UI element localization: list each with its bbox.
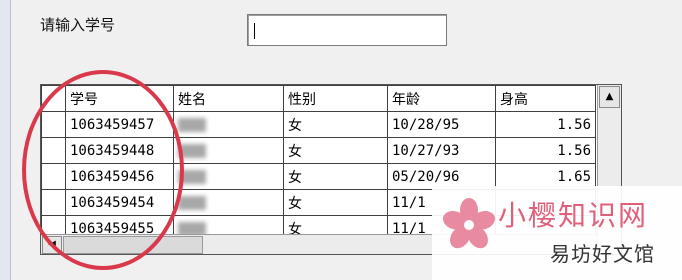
text-caret (254, 23, 255, 39)
blurred-name (178, 143, 206, 158)
cell-gender[interactable]: 女 (283, 163, 388, 190)
watermark-brand: 小樱知识网 (498, 199, 649, 232)
student-id-prompt-label: 请输入学号 (40, 16, 116, 34)
column-header-height[interactable]: 身高 (495, 85, 596, 112)
cell-name-blurred[interactable] (173, 137, 284, 164)
column-header-age[interactable]: 年龄 (387, 85, 496, 112)
cell-id[interactable]: 1063459456 (65, 163, 174, 190)
scroll-left-arrow-icon[interactable]: ◀ (42, 236, 62, 254)
student-id-input[interactable] (247, 14, 447, 46)
cell-height[interactable]: 1.56 (495, 111, 596, 138)
table-row[interactable]: 1063459457 女 10/28/95 1.56 (41, 111, 596, 138)
table-row[interactable]: 1063459448 女 10/27/93 1.56 (41, 137, 596, 164)
cell-gender[interactable]: 女 (283, 137, 388, 164)
column-header-gender[interactable]: 性别 (283, 85, 388, 112)
cell-age[interactable]: 10/28/95 (387, 111, 496, 138)
row-indicator[interactable] (41, 111, 66, 138)
watermark-subtitle: 易坊好文馆 (550, 242, 655, 266)
watermark: 小樱知识网 易坊好文馆 (432, 186, 682, 280)
column-header-id[interactable]: 学号 (65, 85, 174, 112)
cell-id[interactable]: 1063459454 (65, 189, 174, 216)
cherry-blossom-icon (442, 198, 496, 249)
blurred-name (178, 169, 206, 184)
cell-gender[interactable]: 女 (283, 189, 388, 216)
table-header-row: 学号 姓名 性别 年龄 身高 (41, 85, 596, 112)
scroll-up-arrow-icon[interactable]: ▲ (599, 86, 620, 108)
cell-name-blurred[interactable] (173, 189, 284, 216)
cell-height[interactable]: 1.56 (495, 137, 596, 164)
cell-name-blurred[interactable] (173, 163, 284, 190)
cell-name-blurred[interactable] (173, 111, 284, 138)
window-left-edge (0, 0, 11, 280)
blurred-name (178, 195, 206, 210)
cell-age[interactable]: 10/27/93 (387, 137, 496, 164)
row-indicator[interactable] (41, 189, 66, 216)
cell-id[interactable]: 1063459457 (65, 111, 174, 138)
cell-id[interactable]: 1063459448 (65, 137, 174, 164)
horizontal-scroll-thumb[interactable] (63, 236, 203, 254)
column-header-name[interactable]: 姓名 (173, 85, 284, 112)
row-indicator[interactable] (41, 137, 66, 164)
cell-gender[interactable]: 女 (283, 111, 388, 138)
row-indicator[interactable] (41, 163, 66, 190)
blurred-name (178, 117, 206, 132)
row-indicator-header (41, 85, 66, 112)
